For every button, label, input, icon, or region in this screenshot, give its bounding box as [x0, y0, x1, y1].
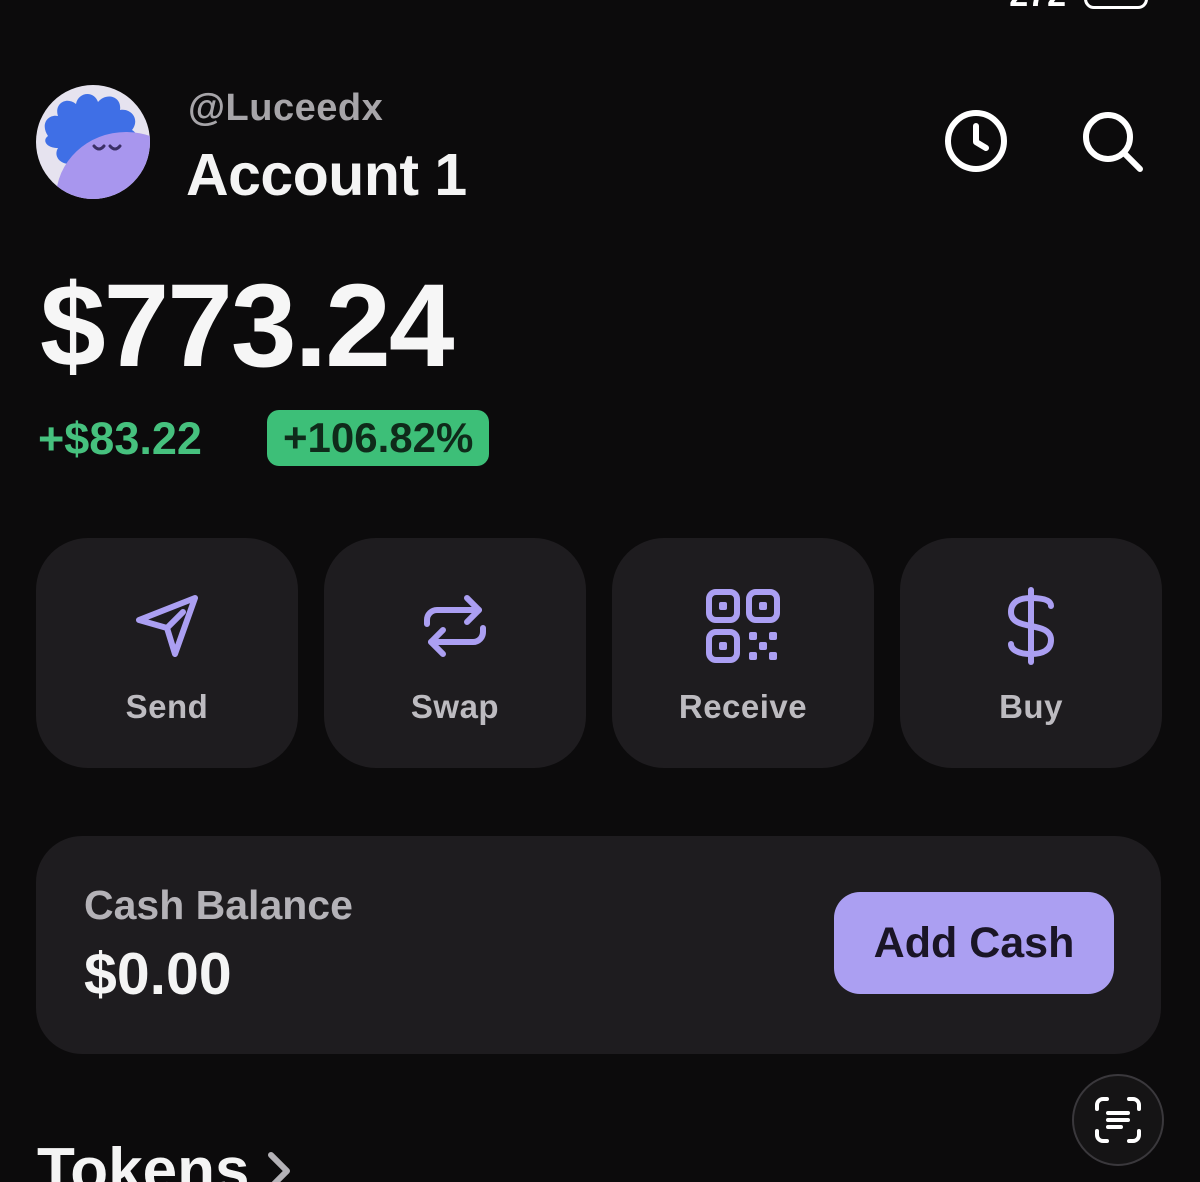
swap-icon [415, 586, 495, 666]
qr-code-icon [703, 586, 783, 666]
dollar-icon [991, 586, 1071, 666]
swap-label: Swap [410, 688, 500, 725]
tokens-section-link[interactable]: Tokens [37, 1135, 295, 1182]
status-bar: 272 [941, 0, 1148, 12]
cash-balance-card: Cash Balance $0.00 Add Cash [36, 836, 1161, 1054]
history-button[interactable] [941, 106, 1011, 176]
send-button[interactable]: Send [36, 538, 298, 768]
cash-balance-value: $0.00 [84, 941, 232, 1007]
add-cash-button[interactable]: Add Cash [834, 892, 1114, 994]
swap-button[interactable]: Swap [324, 538, 586, 768]
balance-change-percent-badge: +106.82% [267, 410, 490, 466]
chevron-right-icon [268, 1151, 291, 1182]
send-label: Send [125, 688, 209, 725]
account-handle: @Luceedx [188, 87, 384, 129]
search-button[interactable] [1077, 106, 1147, 176]
scan-text-icon [1095, 1097, 1141, 1143]
cash-balance-title: Cash Balance [84, 882, 353, 928]
network-text: 272 [1009, 0, 1066, 12]
receive-button[interactable]: Receive [612, 538, 874, 768]
total-balance: $773.24 [40, 260, 455, 392]
clock-icon [945, 110, 1007, 172]
account-name[interactable]: Account 1 [186, 141, 467, 209]
search-icon [1083, 112, 1143, 172]
wallet-home-screen: 272 @Luceedx Account 1 [0, 0, 1200, 1182]
scan-text-button[interactable] [1072, 1074, 1164, 1166]
tokens-heading: Tokens [37, 1136, 250, 1182]
avatar-icon [36, 85, 150, 199]
avatar[interactable] [34, 84, 152, 200]
action-row: Send Swap Receive Buy [36, 538, 1162, 768]
buy-button[interactable]: Buy [900, 538, 1162, 768]
balance-change-amount: +$83.22 [38, 413, 202, 464]
send-icon [127, 586, 207, 666]
receive-label: Receive [678, 688, 808, 725]
battery-icon [1084, 0, 1148, 9]
buy-label: Buy [999, 688, 1063, 725]
